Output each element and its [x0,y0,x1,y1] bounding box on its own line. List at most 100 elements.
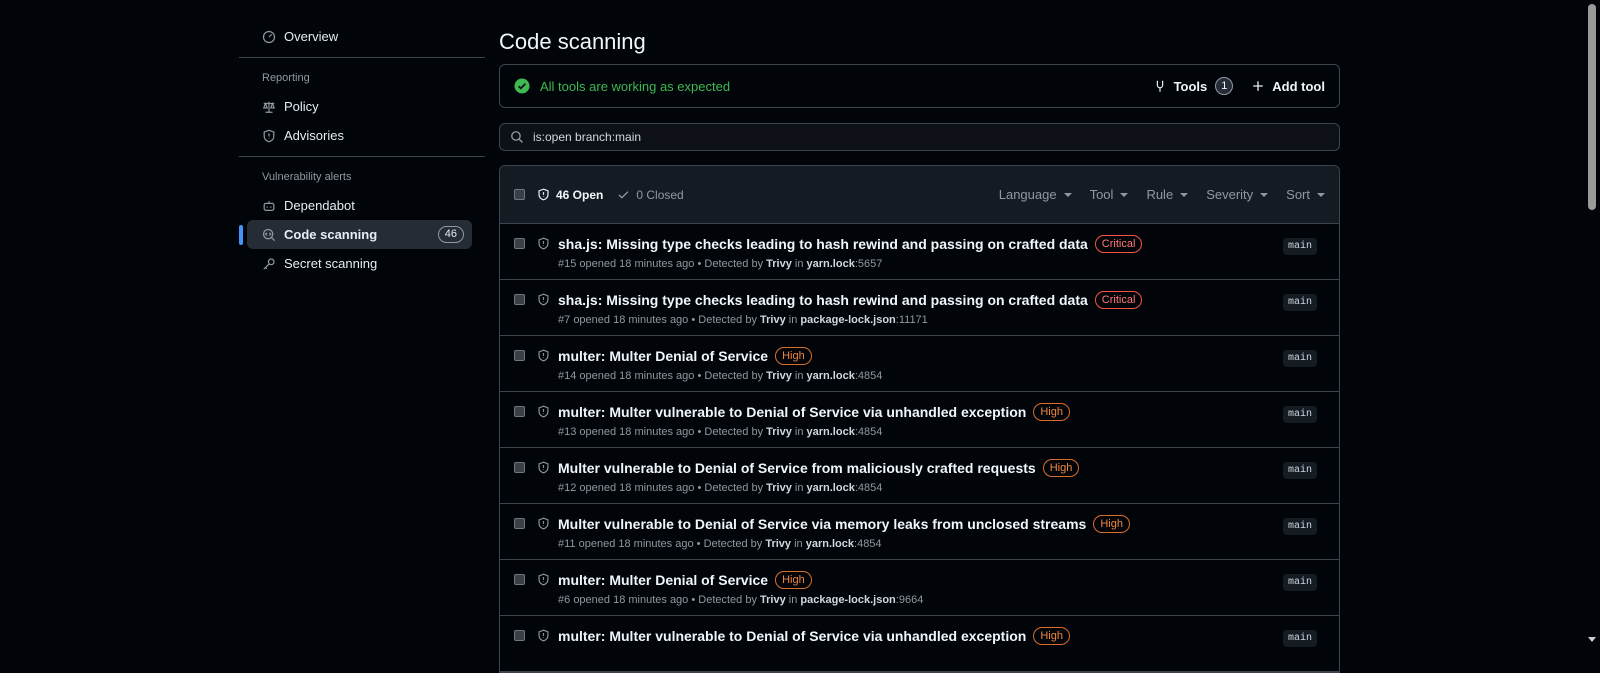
alert-title[interactable]: sha.js: Missing type checks leading to h… [558,292,1088,308]
alert-opened: opened 18 minutes ago [579,482,695,494]
filter-label: Rule [1146,187,1174,202]
alert-row[interactable]: multer: Multer Denial of Service High #1… [500,336,1339,392]
alert-file[interactable]: yarn.lock [807,482,855,494]
severity-badge: High [775,571,812,589]
filter-language[interactable]: Language [999,187,1072,202]
alert-title[interactable]: sha.js: Missing type checks leading to h… [558,236,1088,252]
alert-file[interactable]: yarn.lock [807,426,855,438]
search-input[interactable] [533,130,1329,144]
shield-icon [537,293,550,306]
shield-icon [537,237,550,250]
alert-file[interactable]: yarn.lock [807,370,855,382]
branch-label: main [1282,518,1317,535]
alert-row[interactable]: multer: Multer vulnerable to Denial of S… [500,392,1339,448]
sidebar-item-dependabot[interactable]: Dependabot [247,191,472,220]
alert-meta: #14 opened 18 minutes ago • Detected by … [558,370,882,382]
tools-label: Tools [1173,78,1208,94]
alert-detected: • Detected by [691,314,757,326]
divider [239,57,485,58]
alert-file[interactable]: yarn.lock [807,258,855,270]
sidebar-item-code-scanning[interactable]: Code scanning 46 [239,220,472,249]
severity-badge: High [1033,403,1070,421]
alert-in: in [788,314,798,326]
alert-file[interactable]: package-lock.json [800,594,895,606]
alert-checkbox[interactable] [514,574,525,585]
alert-title-line: multer: Multer Denial of Service High [558,571,923,589]
alert-detected: • Detected by [696,538,763,550]
filter-label: Severity [1206,187,1254,202]
alert-opened: opened 18 minutes ago [579,370,695,382]
alert-checkbox[interactable] [514,294,525,305]
sidebar-item-policy[interactable]: Policy [247,92,472,121]
sidebar-item-label: Dependabot [284,198,355,213]
alert-title[interactable]: multer: Multer Denial of Service [558,348,768,364]
tools-button[interactable]: Tools 1 [1153,77,1234,95]
key-icon [262,257,276,271]
alert-detected: • Detected by [697,426,764,438]
alert-file[interactable]: package-lock.json [800,314,895,326]
alert-title[interactable]: multer: Multer vulnerable to Denial of S… [558,404,1026,420]
scrollbar-thumb[interactable] [1588,4,1596,210]
alert-checkbox[interactable] [514,462,525,473]
alert-title-line: multer: Multer vulnerable to Denial of S… [558,627,1070,645]
branch-label: main [1282,350,1317,367]
alert-checkbox[interactable] [514,238,525,249]
alerts-header: 46 Open 0 Closed Language Tool Rule Seve… [500,166,1339,224]
alert-content: multer: Multer Denial of Service High #6… [558,560,923,606]
filter-tool[interactable]: Tool [1090,187,1129,202]
alert-line: :5657 [854,258,883,270]
tool-status: All tools are working as expected [514,78,730,94]
alert-checkbox[interactable] [514,518,525,529]
alert-detected: • Detected by [697,370,764,382]
filter-bar: Language Tool Rule Severity Sort [999,187,1325,202]
alert-tool: Trivy [766,258,792,270]
sidebar-item-overview[interactable]: Overview [247,22,472,51]
add-tool-button[interactable]: Add tool [1251,79,1325,94]
alert-title-line: Multer vulnerable to Denial of Service f… [558,459,1080,477]
count-badge: 46 [437,226,464,243]
alert-tool: Trivy [760,594,786,606]
severity-badge: Critical [1094,291,1143,309]
alert-row[interactable]: multer: Multer Denial of Service High #6… [500,560,1339,616]
alert-checkbox[interactable] [514,350,525,361]
tools-count-badge: 1 [1215,77,1234,95]
alert-row[interactable]: multer: Multer vulnerable to Denial of S… [500,616,1339,672]
filter-severity[interactable]: Severity [1206,187,1269,202]
alert-content: sha.js: Missing type checks leading to h… [558,280,1143,326]
shield-icon [537,517,550,530]
alert-checkbox[interactable] [514,406,525,417]
severity-badge: High [1042,459,1080,477]
sidebar-item-secret-scanning[interactable]: Secret scanning [247,249,472,278]
scroll-down-arrow-icon[interactable] [1588,637,1596,642]
sidebar-item-advisories[interactable]: Advisories [247,121,472,150]
filter-sort[interactable]: Sort [1286,187,1325,202]
dependabot-icon [262,199,276,213]
alert-opened: opened 18 minutes ago [579,426,695,438]
alert-checkbox[interactable] [514,630,525,641]
search-bar[interactable] [499,123,1340,151]
alert-meta: #15 opened 18 minutes ago • Detected by … [558,258,1142,270]
select-all-checkbox[interactable] [514,189,525,200]
alert-title[interactable]: multer: Multer Denial of Service [558,572,768,588]
scrollbar[interactable] [1584,0,1600,645]
alert-meta: #12 opened 18 minutes ago • Detected by … [558,482,1079,494]
alert-content: multer: Multer vulnerable to Denial of S… [558,392,1070,438]
alert-row[interactable]: sha.js: Missing type checks leading to h… [500,280,1339,336]
alert-row[interactable]: Multer vulnerable to Denial of Service v… [500,504,1339,560]
tab-closed[interactable]: 0 Closed [617,188,684,202]
check-icon [617,188,630,201]
alert-file[interactable]: yarn.lock [806,538,854,550]
divider [239,156,485,157]
alert-row[interactable]: sha.js: Missing type checks leading to h… [500,224,1339,280]
alert-title[interactable]: Multer vulnerable to Denial of Service v… [558,516,1086,532]
alert-row[interactable]: Multer vulnerable to Denial of Service f… [500,448,1339,504]
sidebar: Overview Reporting Policy Advisories Vul… [239,22,485,278]
filter-rule[interactable]: Rule [1146,187,1189,202]
alert-title[interactable]: multer: Multer vulnerable to Denial of S… [558,628,1026,644]
alert-tool: Trivy [765,538,792,550]
alert-detected: • Detected by [697,482,764,494]
add-tool-label: Add tool [1272,78,1325,94]
alert-title[interactable]: Multer vulnerable to Denial of Service f… [558,460,1036,476]
tab-open[interactable]: 46 Open [537,188,603,202]
alert-opened: opened 18 minutes ago [573,594,689,606]
